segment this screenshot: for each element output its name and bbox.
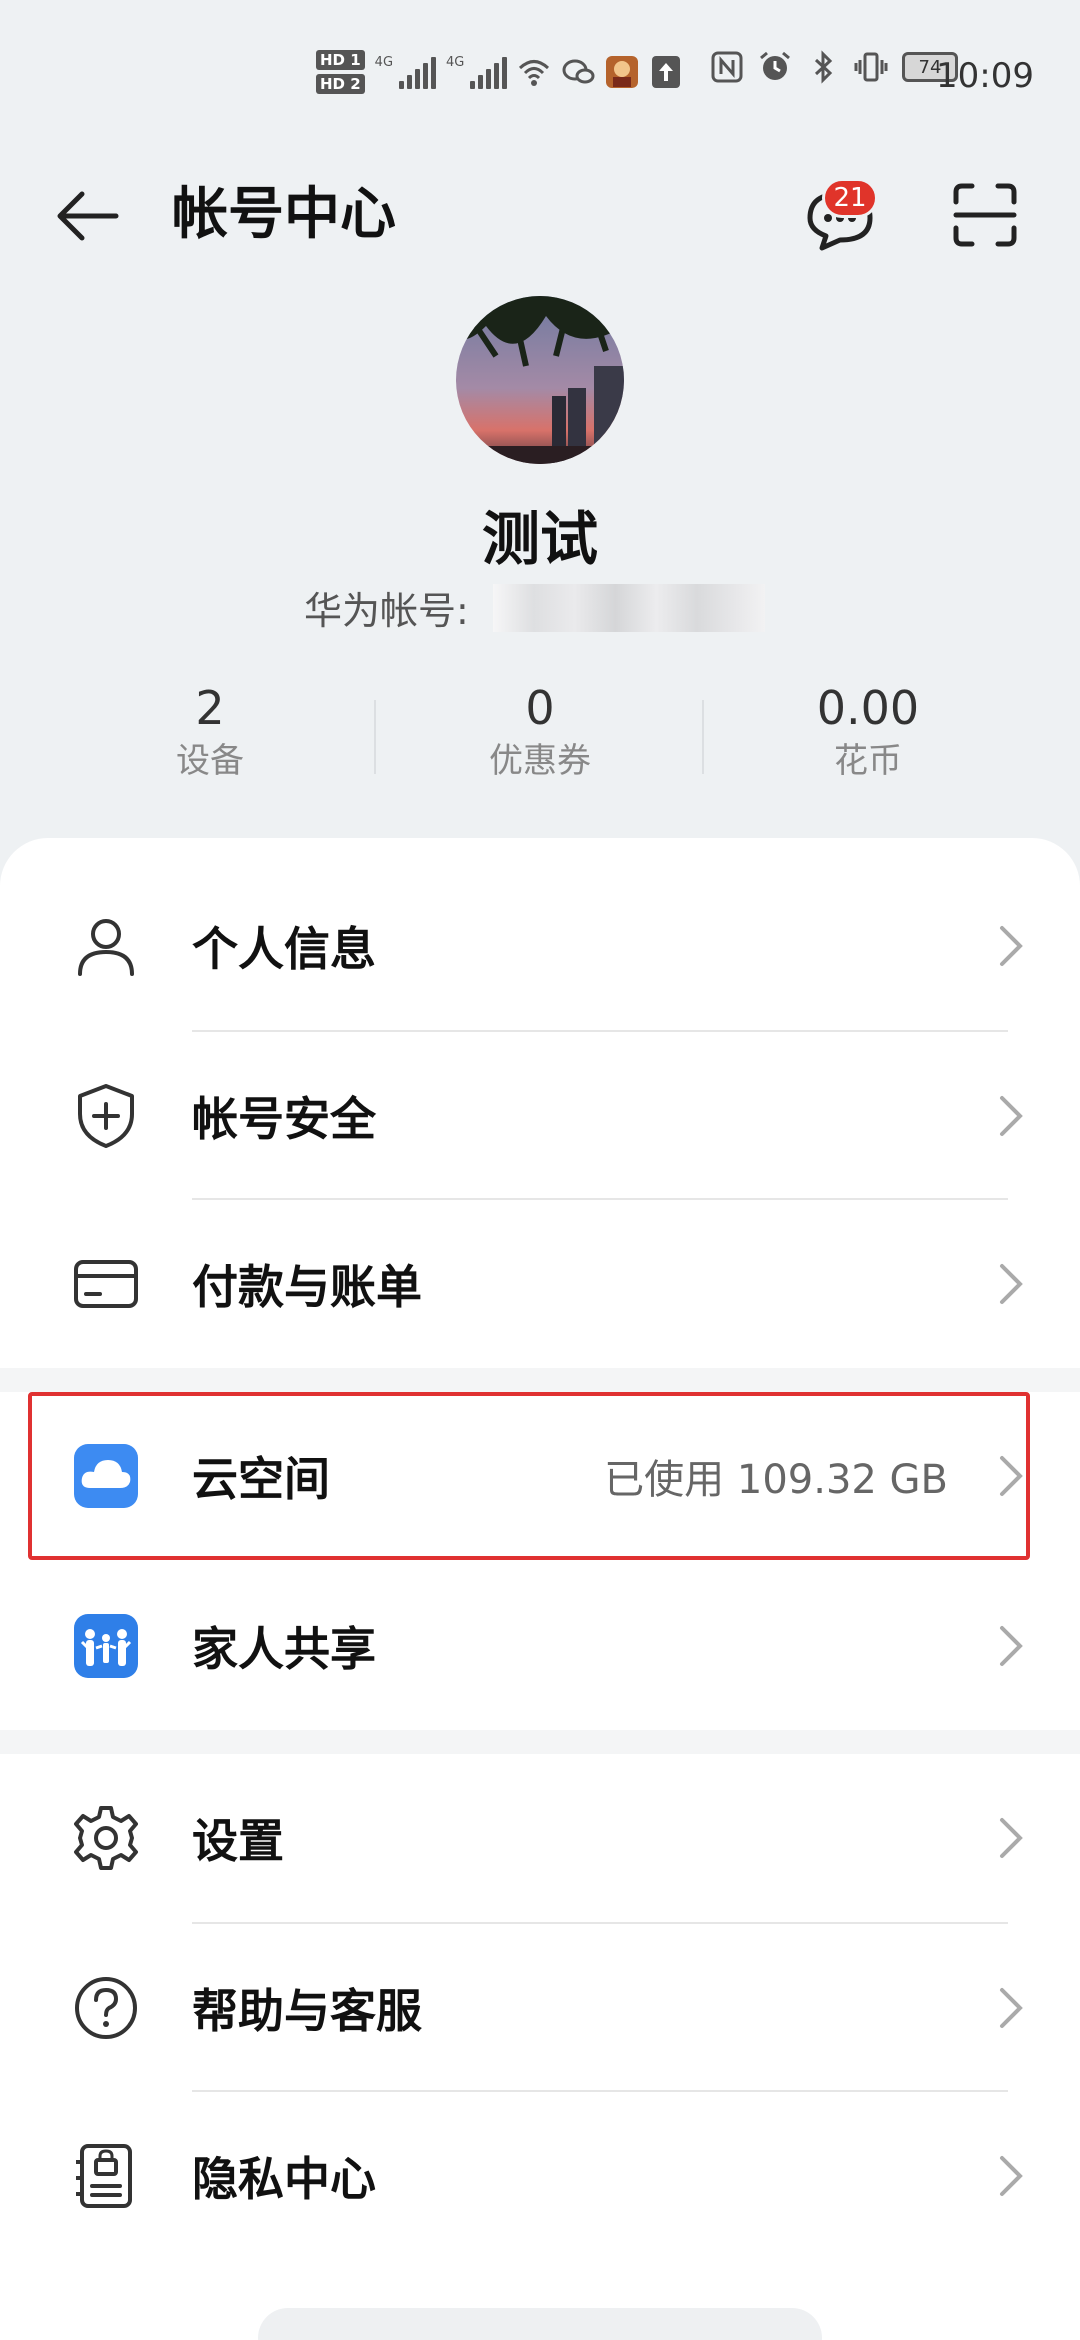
- nfc-icon: [711, 51, 743, 83]
- hd1-label: HD 1: [316, 50, 365, 70]
- stat-coupons[interactable]: 0 优惠券: [430, 680, 650, 786]
- avatar[interactable]: [456, 296, 624, 464]
- chevron-right-icon: [1000, 2156, 1023, 2196]
- chevron-right-icon: [1000, 1096, 1023, 1136]
- vibrate-icon: [854, 52, 888, 82]
- menu-label-payment-bills: 付款与账单: [192, 1260, 422, 1314]
- account-label: 华为帐号:: [304, 589, 469, 633]
- menu-label-settings: 设置: [192, 1814, 284, 1868]
- chevron-right-icon: [1000, 926, 1023, 966]
- menu-item-personal-info[interactable]: 个人信息: [0, 862, 1080, 1030]
- bluetooth-icon: [814, 50, 833, 84]
- stat-devices-label: 设备: [176, 741, 244, 781]
- hd2-label: HD 2: [316, 74, 365, 94]
- cloud-usage-value: 已使用 109.32 GB: [604, 1457, 948, 1503]
- profile-name: 测试: [481, 505, 598, 573]
- back-arrow-icon[interactable]: [52, 180, 122, 250]
- menu-item-cloud[interactable]: 云空间 已使用 109.32 GB: [0, 1392, 1080, 1560]
- alarm-icon: [760, 51, 790, 80]
- hd-indicator: HD 1 HD 2: [316, 50, 365, 94]
- gear-icon: [74, 1806, 138, 1870]
- menu-label-personal-info: 个人信息: [192, 922, 376, 976]
- stat-coins[interactable]: 0.00 花币: [758, 680, 978, 786]
- signal-icon: 4G: [374, 55, 437, 89]
- game-app-icon: [606, 56, 639, 88]
- upload-icon: [652, 56, 681, 88]
- cloud-icon: [74, 1444, 138, 1508]
- signal-icon-2: 4G: [446, 55, 508, 89]
- stat-divider: [702, 700, 704, 774]
- menu-label-help: 帮助与客服: [192, 1984, 422, 2038]
- stat-devices-value: 2: [195, 681, 225, 735]
- menu-item-settings[interactable]: 设置: [0, 1754, 1080, 1922]
- wifi-icon: [519, 60, 550, 86]
- stat-coins-label: 花币: [834, 741, 902, 781]
- chat-app-icon: [562, 59, 595, 84]
- scan-icon[interactable]: [952, 182, 1018, 248]
- status-time: 10:09: [936, 56, 1034, 96]
- stat-coupons-value: 0: [525, 681, 555, 735]
- chevron-right-icon: [1000, 1456, 1023, 1496]
- chevron-right-icon: [1000, 1626, 1023, 1666]
- help-icon: [75, 1977, 137, 2039]
- page-title: 帐号中心: [172, 182, 396, 247]
- bottom-button-partial[interactable]: [258, 2308, 822, 2340]
- stat-coins-value: 0.00: [816, 681, 920, 735]
- menu-label-cloud: 云空间: [192, 1452, 330, 1506]
- chevron-right-icon: [1000, 1818, 1023, 1858]
- privacy-icon: [76, 2144, 132, 2208]
- menu-label-account-security: 帐号安全: [192, 1092, 376, 1146]
- message-badge: 21: [822, 178, 878, 218]
- menu-label-privacy: 隐私中心: [192, 2152, 376, 2206]
- menu-label-family-sharing: 家人共享: [192, 1622, 376, 1676]
- chevron-right-icon: [1000, 1988, 1023, 2028]
- section-gap: [0, 1368, 1080, 1392]
- stat-coupons-label: 优惠券: [489, 741, 591, 781]
- menu-item-help[interactable]: 帮助与客服: [0, 1924, 1080, 2092]
- section-gap: [0, 1730, 1080, 1754]
- stat-devices[interactable]: 2 设备: [100, 680, 320, 786]
- network-type-2: 4G: [446, 55, 465, 70]
- family-icon: [74, 1614, 138, 1678]
- account-id-row: 华为帐号:: [304, 580, 765, 635]
- menu-item-family-sharing[interactable]: 家人共享: [0, 1562, 1080, 1730]
- menu-item-payment-bills[interactable]: 付款与账单: [0, 1200, 1080, 1368]
- menu-item-privacy[interactable]: 隐私中心: [0, 2092, 1080, 2260]
- person-icon: [78, 919, 134, 976]
- chevron-right-icon: [1000, 1264, 1023, 1304]
- stats-row: 2 设备 0 优惠券 0.00 花币: [0, 680, 1080, 790]
- network-type-1: 4G: [374, 55, 394, 70]
- card-icon: [74, 1260, 138, 1308]
- stat-divider: [374, 700, 376, 774]
- status-bar: HD 1 HD 2 4G 4G 74 10:09: [0, 0, 1080, 150]
- account-id-redacted: [492, 583, 765, 632]
- shield-plus-icon: [78, 1084, 134, 1148]
- menu-item-account-security[interactable]: 帐号安全: [0, 1032, 1080, 1200]
